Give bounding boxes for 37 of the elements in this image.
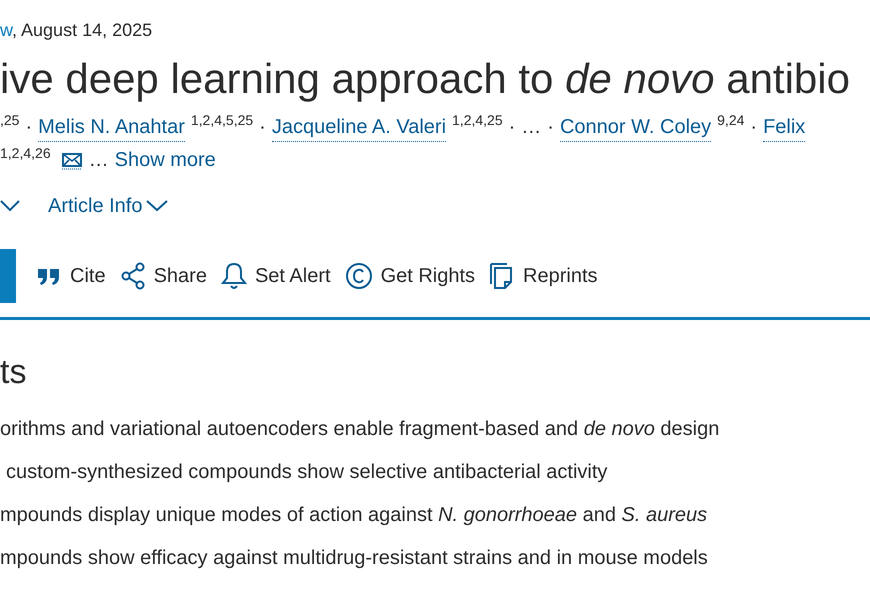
separator: · — [750, 115, 758, 140]
separator: · — [547, 115, 554, 140]
show-more-link[interactable]: Show more — [114, 146, 216, 174]
email-icon[interactable] — [60, 152, 83, 170]
highlight-item: mpounds display unique modes of action against N. gonorrhoeae and S. aureus — [0, 503, 708, 528]
toolbar-button[interactable]: Get Rights — [344, 262, 476, 290]
toolbar-button[interactable]: Set Alert — [220, 262, 331, 290]
toolbar-button[interactable]: Cite — [36, 264, 106, 288]
ellipsis: … — [521, 115, 542, 140]
affiliation-numbers: 1,2,4,5,25 — [190, 111, 254, 130]
highlight-item: orithms and variational autoencoders enable fragment-based and de novo design — [0, 417, 720, 442]
author-link[interactable]: Melis N. Anahtar — [38, 113, 185, 142]
author-link[interactable]: Connor W. Coley — [560, 113, 712, 142]
separator: · — [259, 115, 266, 140]
share-icon — [120, 262, 146, 290]
toolbar-button[interactable]: Reprints — [489, 262, 598, 290]
author-link[interactable]: Felix — [763, 113, 806, 142]
ellipsis: … — [88, 148, 109, 173]
toolbar-button[interactable]: Share — [120, 262, 207, 290]
bell-icon — [220, 262, 247, 290]
publication-date: , August 14, 2025 — [12, 20, 152, 40]
affiliation-numbers: 1,2,4,26 — [0, 144, 51, 163]
separator: · — [25, 115, 32, 140]
chevron-down-icon — [146, 200, 168, 212]
journal-link[interactable]: w — [0, 20, 12, 40]
highlight-item: mpounds show efficacy against multidrug-resistant strains and in mouse models — [0, 546, 709, 571]
copyright-icon — [344, 262, 373, 290]
affiliation-numbers: ,25 — [0, 111, 20, 130]
article-info-toggle[interactable]: Article Info — [48, 194, 168, 218]
chevron-down-icon[interactable] — [0, 200, 20, 212]
section-heading: ts — [0, 352, 28, 393]
affiliation-numbers: 9,24 — [717, 111, 744, 130]
separator: · — [508, 115, 516, 140]
affiliation-numbers: 1,2,4,25 — [452, 111, 503, 130]
author-link[interactable]: Jacqueline A. Valeri — [272, 113, 446, 142]
article-title: ive deep learning approach to de novo antibio — [0, 54, 850, 104]
highlight-item: custom-synthesized compounds show selective antibacterial activity — [5, 460, 608, 485]
